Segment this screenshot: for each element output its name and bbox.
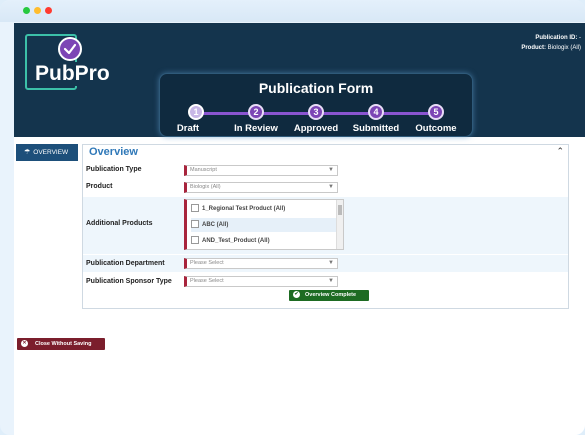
logo-frame: PubPro: [25, 34, 112, 90]
close-circle-icon: ✕: [21, 340, 28, 348]
product-select-value: Biologix (All): [190, 184, 221, 190]
additional-products-label: Additional Products: [86, 220, 153, 227]
publication-type-row: Publication Type Manuscript ▼: [83, 163, 568, 177]
list-item-label: ABC (All): [202, 222, 229, 228]
chevron-down-icon: ▼: [328, 184, 334, 190]
publication-meta: Publication ID: - Product: Biologix (All…: [521, 33, 581, 53]
sidebar-tab-label: OVERVIEW: [33, 149, 69, 156]
product-label: Product: [86, 183, 113, 190]
listbox-scrollbar[interactable]: [336, 200, 343, 249]
publication-sponsor-type-label: Publication Sponsor Type: [86, 278, 172, 285]
publication-form-progress: Publication Form 1 2 3 4 5 Draft In Revi…: [159, 73, 473, 137]
check-badge-icon: [58, 37, 82, 61]
list-item-label: AND_Test_Product (All): [202, 238, 270, 244]
product-value: Biologix (All): [547, 45, 581, 51]
publication-type-select[interactable]: Manuscript ▼: [184, 165, 338, 176]
app-header: PubPro Publication ID: - Product: Biolog…: [14, 23, 585, 137]
publication-department-select[interactable]: Please Select ▼: [184, 258, 338, 269]
publication-sponsor-type-select[interactable]: Please Select ▼: [184, 276, 338, 287]
publication-type-label: Publication Type: [86, 166, 142, 173]
chevron-up-icon[interactable]: ⌃: [556, 146, 564, 157]
product-select[interactable]: Biologix (All) ▼: [184, 182, 338, 193]
step-5-label: Outcome: [415, 123, 457, 134]
form-title: Publication Form: [258, 80, 374, 96]
maximize-window-icon[interactable]: [23, 7, 30, 14]
checkbox[interactable]: [191, 220, 199, 229]
minimize-window-icon[interactable]: [34, 7, 41, 14]
list-item[interactable]: AND_Test_Product (All): [191, 234, 337, 248]
step-1-label: Draft: [176, 123, 200, 134]
overview-title: Overview: [89, 146, 138, 158]
step-2-label: In Review: [234, 123, 278, 134]
additional-products-listbox[interactable]: 1_Regional Test Product (All) ABC (All) …: [184, 199, 344, 250]
close-window-icon[interactable]: [45, 7, 52, 14]
umbrella-icon: ☂: [24, 149, 31, 156]
browser-window: PubPro Publication ID: - Product: Biolog…: [0, 0, 585, 435]
publication-department-placeholder: Please Select: [190, 260, 224, 266]
window-titlebar: [0, 0, 585, 22]
step-5-circle[interactable]: 5: [428, 104, 444, 120]
step-3-circle[interactable]: 3: [308, 104, 324, 120]
check-circle-icon: ✔: [293, 291, 300, 299]
overview-complete-button[interactable]: ✔ Overview Complete: [289, 290, 369, 301]
step-2-circle[interactable]: 2: [248, 104, 264, 120]
chevron-down-icon: ▼: [328, 260, 334, 266]
list-item[interactable]: 1_Regional Test Product (All): [191, 202, 337, 216]
product-row: Product Biologix (All) ▼: [83, 180, 568, 194]
publication-department-row: Publication Department Please Select ▼: [83, 255, 568, 272]
list-item[interactable]: ABC (All): [191, 218, 337, 232]
list-item-label: 1_Regional Test Product (All): [202, 206, 286, 212]
checkbox[interactable]: [191, 204, 199, 213]
step-3-label: Approved: [293, 123, 339, 134]
overview-complete-label: Overview Complete: [305, 292, 357, 298]
publication-sponsor-type-placeholder: Please Select: [190, 278, 224, 284]
scrollbar-thumb[interactable]: [338, 205, 342, 215]
publication-type-value: Manuscript: [190, 167, 217, 173]
close-without-saving-button[interactable]: ✕ Close Without Saving: [17, 338, 105, 350]
chevron-down-icon: ▼: [328, 167, 334, 173]
checkbox[interactable]: [191, 236, 199, 245]
step-1-circle[interactable]: 1: [188, 104, 204, 120]
close-without-saving-label: Close Without Saving: [35, 341, 92, 347]
publication-sponsor-type-row: Publication Sponsor Type Please Select ▼: [83, 273, 568, 290]
step-4-label: Submitted: [352, 123, 400, 134]
chevron-down-icon: ▼: [328, 278, 334, 284]
overview-panel: Overview ⌃ Publication Type Manuscript ▼…: [82, 144, 569, 309]
step-4-circle[interactable]: 4: [368, 104, 384, 120]
app-logo[interactable]: PubPro: [33, 62, 112, 86]
publication-id-value: -: [579, 35, 581, 41]
publication-id-label: Publication ID:: [535, 35, 578, 41]
pubpro-page: PubPro Publication ID: - Product: Biolog…: [14, 23, 585, 435]
product-label: Product:: [521, 45, 546, 51]
sidebar-tab-overview[interactable]: ☂ OVERVIEW: [16, 144, 78, 161]
publication-department-label: Publication Department: [86, 260, 165, 267]
